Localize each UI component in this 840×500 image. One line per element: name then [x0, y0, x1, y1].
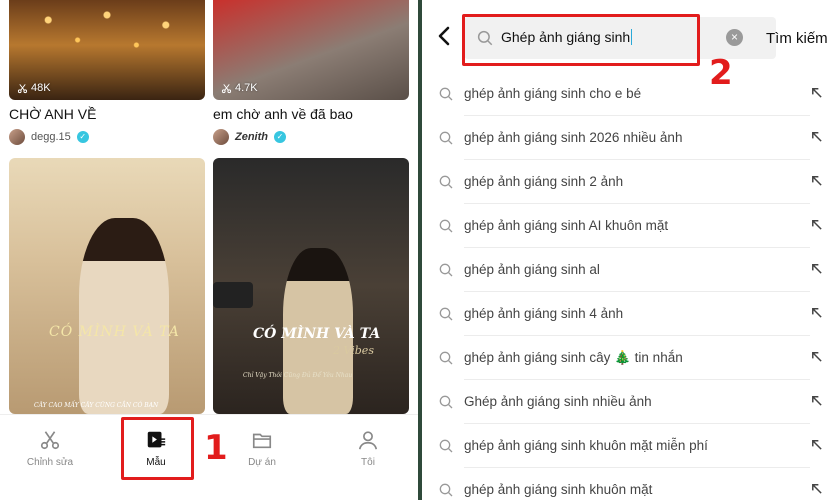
car-photo: [213, 282, 253, 308]
search-icon: [439, 175, 453, 189]
fill-query-arrow-icon[interactable]: [810, 394, 823, 407]
fill-query-arrow-icon[interactable]: [810, 130, 823, 143]
clear-icon[interactable]: ×: [726, 29, 743, 46]
left-panel: 48K 4.7K CHỜ ANH VỀ em chờ anh về đã bao…: [0, 0, 418, 500]
right-panel: Ghép ảnh giáng sinh × Tìm kiếm 2 ghép ản…: [422, 0, 840, 500]
search-button[interactable]: Tìm kiếm: [766, 30, 828, 47]
search-icon: [439, 131, 453, 145]
thumbnail-caption: CÂY CAO MẤY CÂY CŨNG CẦN CÓ BẠN: [34, 402, 159, 409]
highlight-box: [462, 14, 700, 66]
thumbnail-caption: Chỉ Vậy Thôi Cũng Đủ Để Yêu Nhau: [243, 372, 353, 379]
usage-count: 4.7K: [221, 82, 258, 94]
thumbnail-overlay-text: CÓ MÌNH VÀ TA: [49, 324, 180, 340]
scissors-icon: [40, 431, 60, 450]
highlight-box: [121, 417, 194, 480]
usage-count: 48K: [17, 82, 51, 94]
scissors-icon: [17, 83, 28, 93]
suggestion-item[interactable]: ghép ảnh giáng sinh 2 ảnh: [422, 160, 840, 204]
template-author[interactable]: Zenith ✓: [213, 129, 286, 145]
fill-query-arrow-icon[interactable]: [810, 262, 823, 275]
avatar: [9, 129, 25, 145]
template-author[interactable]: degg.15 ✓: [9, 129, 89, 145]
search-icon: [439, 87, 453, 101]
verified-icon: ✓: [274, 131, 286, 143]
nav-profile[interactable]: Tôi: [338, 429, 398, 468]
thumbnail-script-text: 2 Vibes: [333, 344, 374, 357]
person-icon: [358, 431, 378, 450]
template-title[interactable]: CHỜ ANH VỀ: [9, 106, 96, 122]
fill-query-arrow-icon[interactable]: [810, 174, 823, 187]
suggestion-item[interactable]: ghép ảnh giáng sinh cây 🎄 tin nhắn: [422, 336, 840, 380]
avatar: [213, 129, 229, 145]
template-title[interactable]: em chờ anh về đã bao: [213, 106, 353, 122]
search-icon: [439, 263, 453, 277]
search-icon: [439, 219, 453, 233]
search-icon: [439, 307, 453, 321]
suggestion-item[interactable]: ghép ảnh giáng sinh khuôn mặt miễn phí: [422, 424, 840, 468]
search-icon: [439, 395, 453, 409]
thumbnail-overlay-text: CÓ MÌNH VÀ TA: [253, 326, 381, 342]
verified-icon: ✓: [76, 131, 89, 143]
nav-projects[interactable]: Dự án: [232, 429, 292, 468]
template-card-thumbnail[interactable]: 48K: [9, 0, 205, 100]
fill-query-arrow-icon[interactable]: [810, 482, 823, 495]
search-icon: [439, 439, 453, 453]
back-arrow-icon[interactable]: [436, 24, 452, 48]
template-card-thumbnail[interactable]: 4.7K: [213, 0, 409, 100]
step-marker: 1: [204, 428, 228, 468]
fill-query-arrow-icon[interactable]: [810, 350, 823, 363]
suggestion-item[interactable]: ghép ảnh giáng sinh khuôn mặt: [422, 468, 840, 500]
suggestion-item[interactable]: ghép ảnh giáng sinh 2026 nhiều ảnh: [422, 116, 840, 160]
fill-query-arrow-icon[interactable]: [810, 438, 823, 451]
template-card-thumbnail[interactable]: CÓ MÌNH VÀ TA 2 Vibes Chỉ Vậy Thôi Cũng …: [213, 158, 409, 414]
fill-query-arrow-icon[interactable]: [810, 306, 823, 319]
suggestion-item[interactable]: ghép ảnh giáng sinh 4 ảnh: [422, 292, 840, 336]
suggestion-item[interactable]: ghép ảnh giáng sinh al: [422, 248, 840, 292]
search-icon: [439, 351, 453, 365]
folder-icon: [252, 433, 272, 449]
suggestion-item[interactable]: ghép ảnh giáng sinh AI khuôn mặt: [422, 204, 840, 248]
fill-query-arrow-icon[interactable]: [810, 86, 823, 99]
suggestion-item[interactable]: Ghép ảnh giáng sinh nhiều ảnh: [422, 380, 840, 424]
fill-query-arrow-icon[interactable]: [810, 218, 823, 231]
person-photo: [79, 218, 169, 414]
template-card-thumbnail[interactable]: CÓ MÌNH VÀ TA CÂY CAO MẤY CÂY CŨNG CẦN C…: [9, 158, 205, 414]
scissors-icon: [221, 83, 232, 93]
suggestion-item[interactable]: ghép ảnh giáng sinh cho e bé: [422, 72, 840, 116]
nav-edit[interactable]: Chỉnh sửa: [20, 429, 80, 468]
search-icon: [439, 483, 453, 497]
